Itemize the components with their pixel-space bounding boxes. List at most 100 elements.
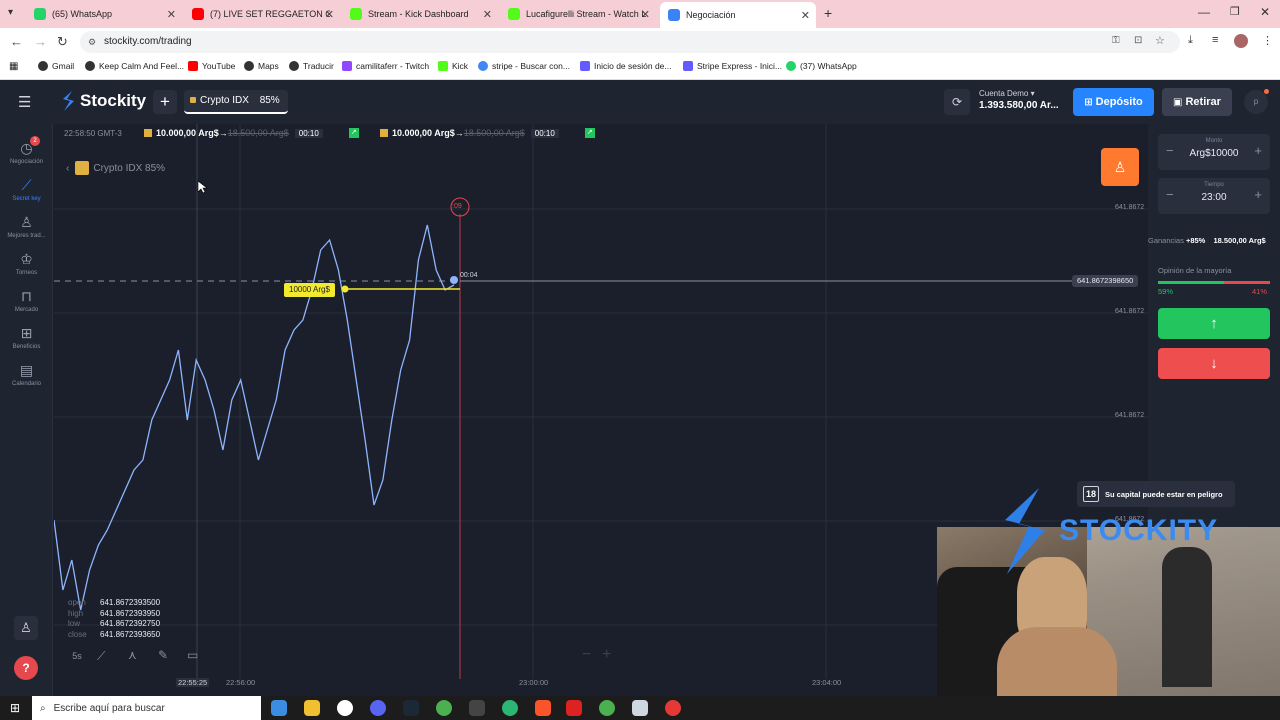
crypto-icon: [144, 129, 152, 137]
chrome-profile-icon[interactable]: [665, 700, 681, 716]
close-icon[interactable]: ✕: [167, 8, 176, 21]
url-input[interactable]: ⚙ stockity.com/trading: [80, 31, 1180, 53]
twitch-icon: [342, 61, 352, 71]
menu-icon[interactable]: ⋮: [1262, 34, 1273, 47]
bookmark-gmail[interactable]: Gmail: [38, 61, 74, 71]
taskbar-search-input[interactable]: ⌕ Escribe aquí para buscar: [32, 696, 261, 720]
hamburger-menu-icon[interactable]: ☰: [18, 93, 31, 111]
forward-icon[interactable]: →: [34, 34, 47, 49]
bookmark-maps[interactable]: Maps: [244, 61, 279, 71]
asset-tab-crypto-idx[interactable]: Crypto IDX 85%: [184, 90, 288, 114]
notepad-icon[interactable]: [632, 700, 648, 716]
close-icon[interactable]: ✕: [801, 9, 810, 22]
minus-icon[interactable]: −: [1166, 187, 1174, 202]
tab-whatsapp[interactable]: (65) WhatsApp ✕: [26, 3, 182, 25]
globe-icon: [85, 61, 95, 71]
zoom-out-icon[interactable]: −: [582, 646, 591, 664]
sidebar-item-mercado[interactable]: ⊓ Mercado: [0, 288, 53, 313]
sidebar-item-calendario[interactable]: ▤ Calendario: [0, 362, 53, 387]
bookmark-youtube[interactable]: YouTube: [188, 61, 235, 71]
obs-icon[interactable]: [337, 700, 353, 716]
add-asset-button[interactable]: +: [153, 90, 177, 114]
indicators-icon[interactable]: ⋏: [128, 648, 137, 662]
withdraw-icon: ▣: [1173, 97, 1183, 108]
reload-icon[interactable]: ↻: [57, 34, 68, 50]
tab-kick-dashboard[interactable]: Stream - Kick Dashboard ✕: [342, 3, 498, 25]
new-tab-icon[interactable]: +: [824, 5, 832, 21]
trade-amount-marker[interactable]: 10000 Arg$: [284, 283, 335, 297]
deposit-button[interactable]: ⊞ Depósito: [1073, 88, 1154, 116]
bookmark-whatsapp[interactable]: (37) WhatsApp: [786, 61, 857, 71]
bookmark-twitch[interactable]: camilitaferr - Twitch: [342, 61, 429, 71]
tab-negociacion[interactable]: Negociación ✕: [660, 2, 816, 28]
amount-stepper[interactable]: Monto Arg$10000 − +: [1158, 134, 1270, 170]
window-close-icon[interactable]: ✕: [1260, 5, 1270, 19]
bookmark-traducir[interactable]: Traducir: [289, 61, 334, 71]
bookmark-star-icon[interactable]: ☆: [1155, 34, 1165, 47]
asset-selector[interactable]: ‹ Crypto IDX 85%: [66, 156, 165, 180]
file-explorer-icon[interactable]: [304, 700, 320, 716]
site-info-icon[interactable]: ⚙: [88, 31, 96, 53]
sidebar-item-beneficios[interactable]: ⊞ Beneficios: [0, 325, 53, 350]
whatsapp-icon: [34, 8, 46, 20]
tab-search-icon[interactable]: ▾: [8, 7, 13, 18]
minus-icon[interactable]: −: [1166, 143, 1174, 158]
steam-icon[interactable]: [403, 700, 419, 716]
profile-avatar[interactable]: [1234, 34, 1248, 48]
close-icon[interactable]: ✕: [641, 8, 650, 21]
discord-icon[interactable]: [370, 700, 386, 716]
support-user-button[interactable]: ♙: [14, 616, 38, 640]
layout-icon[interactable]: ▭: [187, 648, 198, 662]
bookmark-keep-calm[interactable]: Keep Calm And Feel...: [85, 61, 184, 71]
plus-icon[interactable]: +: [1254, 143, 1262, 158]
stockity-logo-icon: [1005, 488, 1045, 574]
copilot-icon[interactable]: [271, 700, 287, 716]
trade-item[interactable]: 10.000,00 Arg$ → 18.500,00 Arg$ 00:10 ↗: [380, 128, 595, 138]
bookmark-kick[interactable]: Kick: [438, 61, 468, 71]
pencil-icon[interactable]: ✎: [158, 648, 168, 662]
bookmark-stripe-login[interactable]: Inicio de sesión de...: [580, 61, 672, 71]
tab-kick-stream[interactable]: Lucafigurelli Stream - Watch Li ✕: [500, 3, 656, 25]
refresh-account-button[interactable]: ⟳: [944, 89, 970, 115]
apps-grid-icon[interactable]: ▦: [9, 61, 18, 72]
restore-icon[interactable]: ❐: [1230, 5, 1240, 18]
close-icon[interactable]: ✕: [325, 8, 334, 21]
media-icon[interactable]: ≡: [1212, 34, 1218, 46]
plus-icon[interactable]: +: [1254, 187, 1262, 202]
install-app-icon[interactable]: ⊡: [1134, 35, 1142, 46]
add-user-button[interactable]: ♙: [1101, 148, 1139, 186]
timeframe-button[interactable]: 5s: [66, 645, 88, 667]
notification-badge: 2: [30, 136, 40, 146]
voicemod-icon[interactable]: [566, 700, 582, 716]
minimize-icon[interactable]: —: [1198, 5, 1210, 19]
chrome-icon[interactable]: [599, 700, 615, 716]
trade-item[interactable]: 10.000,00 Arg$ → 18.500,00 Arg$ 00:10 ↗: [144, 128, 359, 138]
account-switcher[interactable]: Cuenta Demo ▾ 1.393.580,00 Ar...: [979, 89, 1059, 111]
password-key-icon[interactable]: ⚿: [1112, 35, 1120, 46]
chart-type-icon[interactable]: ⟋: [97, 649, 105, 664]
x-axis-tick: 23:00:00: [519, 678, 549, 687]
back-icon[interactable]: ←: [10, 34, 23, 49]
help-button[interactable]: ?: [14, 656, 38, 680]
app-icon[interactable]: [469, 700, 485, 716]
tab-youtube[interactable]: (7) LIVE SET REGGAETON O ✕: [184, 3, 340, 25]
buy-up-button[interactable]: ↑: [1158, 308, 1270, 339]
chart-clock: 22:58:50 GMT-3: [64, 129, 122, 138]
withdraw-button[interactable]: ▣ Retirar: [1162, 88, 1232, 116]
chrome-icon[interactable]: [436, 700, 452, 716]
bookmark-stripe-express[interactable]: Stripe Express - Inici...: [683, 61, 782, 71]
bookmark-stripe-search[interactable]: stripe - Buscar con...: [478, 61, 570, 71]
brave-icon[interactable]: [535, 700, 551, 716]
edge-icon[interactable]: [502, 700, 518, 716]
sell-down-button[interactable]: ↓: [1158, 348, 1270, 379]
mouse-cursor-icon: [197, 180, 207, 194]
sidebar-item-torneos[interactable]: ♔ Torneos: [0, 251, 53, 276]
sidebar-item-secret-key[interactable]: ⟋ Secret key: [0, 177, 53, 202]
close-icon[interactable]: ✕: [483, 8, 492, 21]
zoom-in-icon[interactable]: +: [602, 646, 611, 664]
windows-start-icon[interactable]: ⊞: [10, 701, 20, 715]
sidebar-item-top-traders[interactable]: ♙ Mejores trad...: [0, 214, 53, 239]
download-icon[interactable]: ⤓: [1188, 34, 1193, 47]
sidebar-item-negociacion[interactable]: ◷ 2 Negociación: [0, 136, 53, 165]
time-stepper[interactable]: Tiempo 23:00 − +: [1158, 178, 1270, 214]
